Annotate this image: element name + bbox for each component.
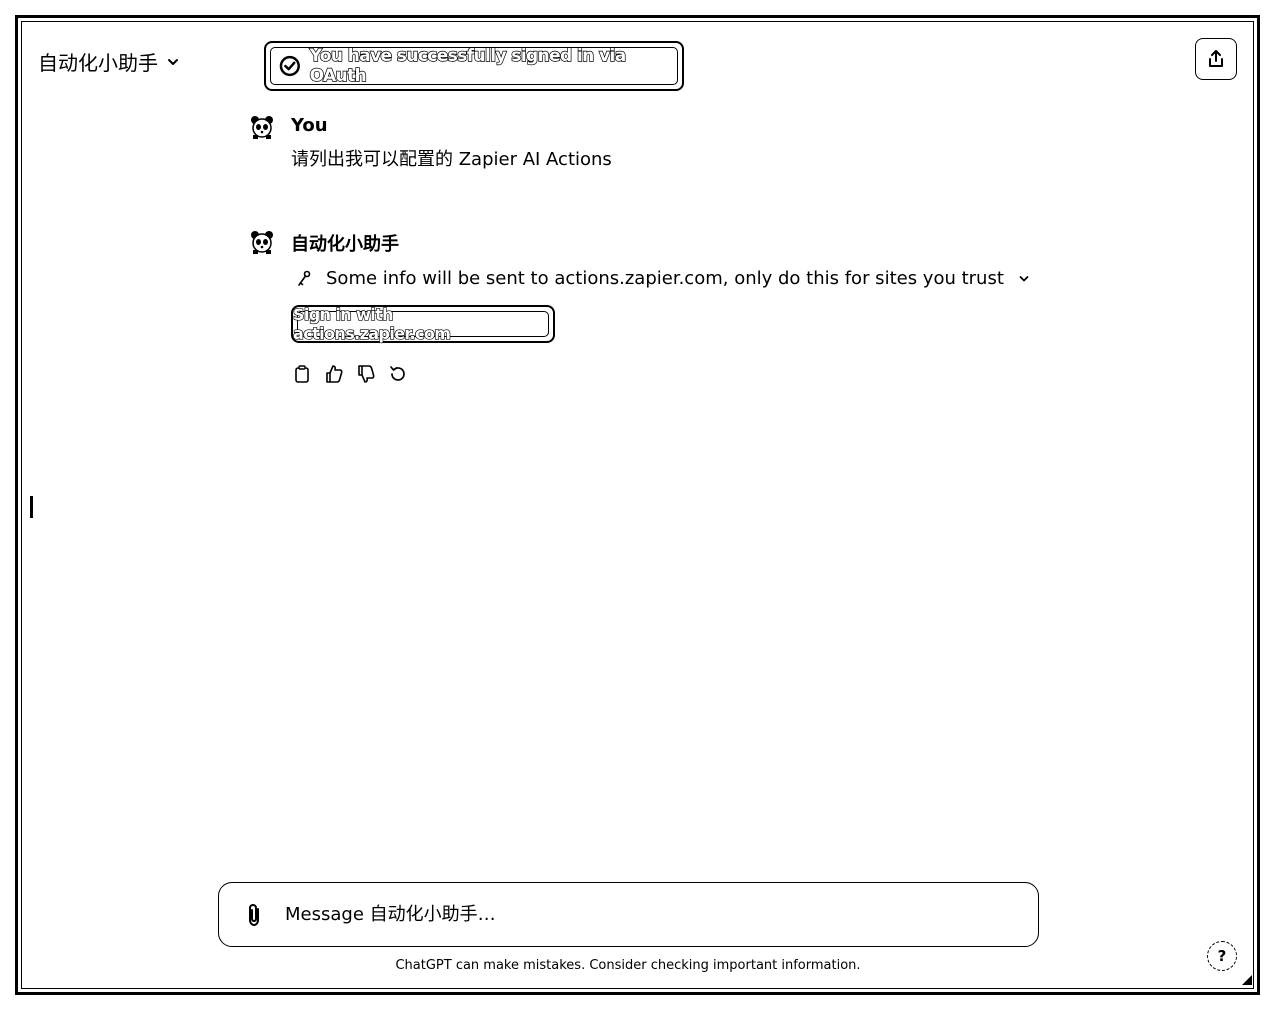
user-author-name: You: [291, 115, 328, 136]
gpt-selector[interactable]: 自动化小助手: [38, 47, 180, 76]
sign-in-label: Sign in with actions.zapier.com: [292, 304, 451, 343]
toast-message: You have successfully signed in via OAut…: [309, 45, 627, 86]
panda-avatar-icon: [251, 116, 273, 139]
regenerate-icon: [390, 366, 405, 381]
attach-button[interactable]: [243, 902, 267, 928]
oauth-success-toast: You have successfully signed in via OAut…: [264, 41, 684, 91]
thumbs-down-icon: [358, 365, 375, 383]
thumbs-up-icon: [326, 365, 343, 383]
message-actions: [292, 364, 408, 384]
panda-avatar-icon: [251, 231, 273, 254]
gpt-name: 自动化小助手: [38, 51, 158, 75]
app-window-inner-border: [21, 21, 1254, 989]
share-button[interactable]: [1195, 38, 1237, 80]
key-icon: [298, 270, 311, 286]
regenerate-button[interactable]: [388, 364, 408, 384]
message-input[interactable]: [285, 897, 1005, 931]
share-icon: [1209, 50, 1223, 67]
help-label: ?: [1217, 947, 1227, 965]
text-cursor: [30, 496, 33, 518]
assistant-avatar: [248, 228, 276, 256]
paperclip-icon: [249, 903, 259, 927]
thumbs-down-button[interactable]: [356, 364, 376, 384]
help-button[interactable]: ?: [1207, 941, 1237, 971]
user-message-text: 请列出我可以配置的 Zapier AI Actions: [291, 149, 612, 170]
check-circle-icon: [279, 55, 300, 77]
warning-text: Some info will be sent to actions.zapier…: [326, 268, 1004, 289]
action-warning[interactable]: Some info will be sent to actions.zapier…: [296, 268, 1030, 289]
disclaimer-text: ChatGPT can make mistakes. Consider chec…: [395, 958, 861, 973]
chevron-down-icon: [168, 58, 178, 65]
resize-corner-icon: [1242, 975, 1252, 985]
message-composer: [218, 882, 1039, 947]
copy-button[interactable]: [292, 364, 312, 384]
chevron-down-icon: [1019, 275, 1029, 281]
thumbs-up-button[interactable]: [324, 364, 344, 384]
copy-icon: [295, 365, 309, 383]
sign-in-button[interactable]: Sign in with actions.zapier.com: [291, 304, 555, 344]
user-avatar: [248, 113, 276, 141]
assistant-author-name: 自动化小助手: [291, 234, 399, 255]
